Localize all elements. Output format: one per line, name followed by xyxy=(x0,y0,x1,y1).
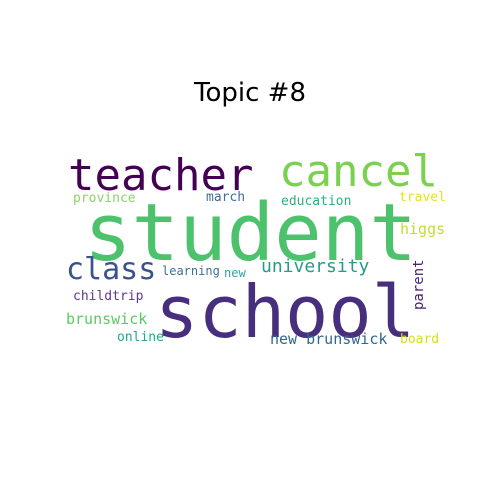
word-cancel: cancel xyxy=(279,146,438,197)
topic-title: Topic #8 xyxy=(194,78,306,108)
word-online: online xyxy=(117,330,164,345)
word-parent: parent xyxy=(411,259,427,310)
word-university: university xyxy=(261,256,370,277)
word-class: class xyxy=(66,252,157,287)
word-higgs: higgs xyxy=(400,220,446,238)
word-education: education xyxy=(281,194,352,209)
word-learning: learning xyxy=(162,264,220,278)
word-board: board xyxy=(400,332,440,347)
word-new: new xyxy=(224,266,246,280)
word-new-brunswick: new brunswick xyxy=(270,330,388,348)
word-travel: travel xyxy=(399,190,446,205)
word-brunswick: brunswick xyxy=(66,310,148,328)
wordcloud-canvas: Topic #8 student school teacher cancel class… xyxy=(0,0,500,500)
word-province: province xyxy=(73,191,136,206)
word-childtrip: childtrip xyxy=(73,289,144,304)
word-march: march xyxy=(206,190,246,205)
